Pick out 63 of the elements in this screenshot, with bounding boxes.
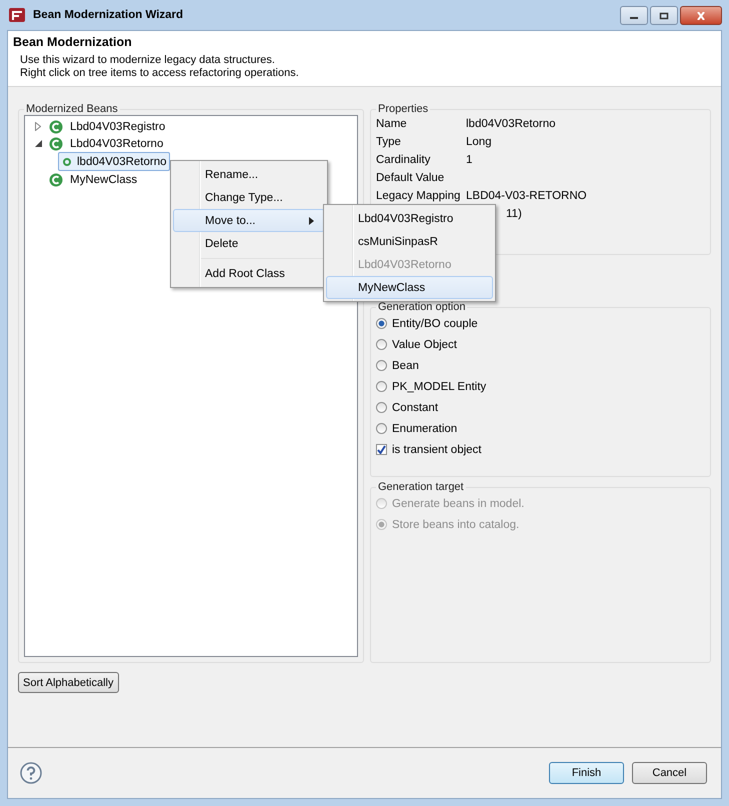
expanded-arrow-icon[interactable] — [35, 140, 42, 147]
group-title: Generation target — [377, 481, 465, 493]
property-label: Cardinality — [376, 154, 430, 166]
option-label: Bean — [392, 360, 419, 372]
menu-item[interactable]: MyNewClass — [326, 276, 493, 299]
menu-item[interactable]: Add Root Class — [173, 262, 325, 285]
sort-button[interactable]: Sort Alphabetically — [18, 672, 118, 693]
checkbox[interactable] — [376, 444, 387, 455]
menu-item[interactable]: Move to... — [173, 209, 325, 232]
option-label: is transient object — [392, 444, 482, 456]
option-label: Generate beans in model. — [392, 498, 524, 510]
description-text: Right click on tree items to access refactoring operations. — [20, 67, 300, 80]
dialog-button[interactable]: Cancel — [632, 762, 707, 784]
option-label: Enumeration — [392, 422, 458, 434]
radio-button[interactable] — [376, 360, 387, 371]
maximize-icon — [659, 12, 669, 20]
menu-item[interactable]: Delete — [173, 232, 325, 255]
tree-item[interactable]: lbd04V03Retorno — [58, 152, 170, 171]
minimize-button[interactable] — [620, 6, 648, 25]
tree-item[interactable]: Lbd04V03Registro — [68, 120, 168, 132]
property-value: Long — [466, 136, 492, 148]
property-label: Default Value — [376, 172, 444, 184]
property-value: 11) — [506, 208, 522, 220]
option-label: PK_MODEL Entity — [392, 380, 486, 392]
group-title: Modernized Beans — [25, 103, 119, 115]
window-title: Bean Modernization Wizard — [33, 9, 184, 21]
property-value: 1 — [466, 154, 472, 166]
menu-item[interactable]: csMuniSinpasR — [326, 230, 493, 253]
option-label: Constant — [392, 402, 438, 414]
option-label: Value Object — [392, 338, 457, 350]
property-label: Type — [376, 136, 401, 148]
tree-item[interactable]: MyNewClass — [68, 174, 140, 186]
app-logo-icon — [9, 8, 25, 22]
description-text: Use this wizard to modernize legacy data structures. — [20, 54, 276, 67]
tree-item[interactable]: Lbd04V03Retorno — [68, 138, 166, 150]
radio-button[interactable] — [376, 423, 387, 434]
collapsed-arrow-icon[interactable] — [35, 122, 41, 131]
property-value: LBD04-V03-RETORNO — [466, 190, 587, 202]
menu-item[interactable]: Rename... — [173, 163, 325, 186]
field-icon — [63, 158, 71, 166]
dialog-button[interactable]: Finish — [549, 762, 624, 784]
property-label: Name — [376, 118, 407, 130]
group-title: Properties — [377, 103, 430, 115]
submenu-arrow-icon — [309, 216, 314, 224]
class-icon — [49, 136, 63, 150]
menu-item[interactable]: Change Type... — [173, 186, 325, 209]
close-button[interactable] — [680, 6, 722, 25]
property-value: lbd04V03Retorno — [466, 118, 556, 130]
option-label: Entity/BO couple — [392, 318, 478, 330]
option-label: Store beans into catalog. — [392, 518, 520, 530]
maximize-button[interactable] — [650, 6, 678, 25]
property-label: Legacy Mapping — [376, 190, 460, 202]
close-icon — [696, 12, 706, 20]
class-icon — [49, 172, 63, 186]
page-title: Bean Modernization — [13, 35, 133, 49]
group-title: Generation option — [377, 301, 466, 313]
radio-button[interactable] — [376, 339, 387, 350]
menu-item[interactable]: Lbd04V03Registro — [326, 207, 493, 230]
class-icon — [49, 120, 63, 134]
radio-button[interactable] — [376, 318, 387, 329]
radio-button[interactable] — [376, 402, 387, 413]
radio-button[interactable] — [376, 381, 387, 392]
help-icon[interactable] — [20, 762, 42, 784]
